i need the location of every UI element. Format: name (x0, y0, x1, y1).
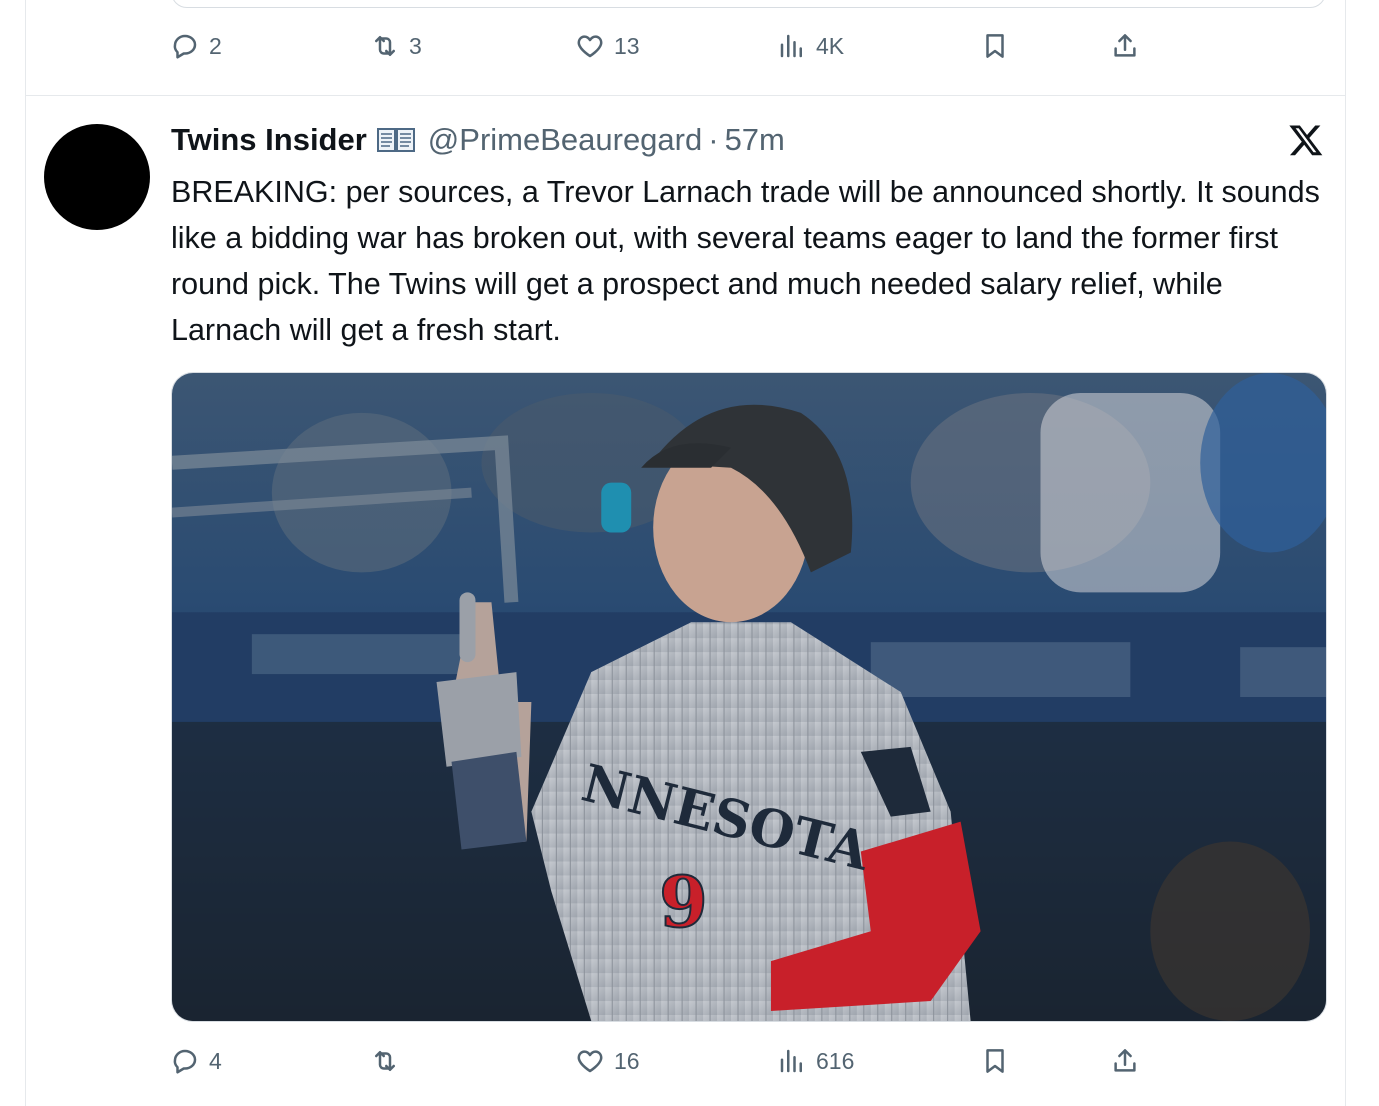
reply-icon (173, 34, 197, 59)
x-logo-icon (1288, 122, 1324, 158)
like-count: 16 (614, 1047, 640, 1074)
timeline-feed: 2 3 13 4K Twins Insider @PrimeBeauregard… (25, 0, 1346, 1106)
views-button[interactable]: 616 (777, 1041, 854, 1081)
bookmark-button[interactable] (980, 1041, 1010, 1081)
tweet-actions: 4 16 616 (26, 1041, 1345, 1081)
previous-tweet-actions: 2 3 13 4K (26, 26, 1345, 66)
repost-button[interactable] (370, 1041, 409, 1081)
views-count: 616 (816, 1047, 855, 1074)
avatar[interactable] (44, 124, 150, 230)
like-count: 13 (614, 32, 640, 59)
analytics-icon (780, 34, 802, 58)
share-icon (1114, 34, 1136, 57)
tweet-divider (26, 95, 1345, 96)
jersey-number: 9 (659, 861, 708, 943)
reply-count: 2 (209, 32, 222, 59)
bookmark-icon (986, 1049, 1004, 1073)
tweet-photo[interactable]: NNESOTA 9 (171, 372, 1327, 1022)
heart-icon (577, 1050, 603, 1073)
views-button[interactable]: 4K (777, 26, 844, 66)
repost-button[interactable]: 3 (370, 26, 422, 66)
timestamp[interactable]: 57m (725, 122, 785, 158)
reply-button[interactable]: 4 (170, 1041, 222, 1081)
views-count: 4K (816, 32, 845, 59)
analytics-icon (780, 1049, 802, 1073)
share-button[interactable] (1110, 26, 1140, 66)
share-button[interactable] (1110, 1041, 1140, 1081)
display-name[interactable]: Twins Insider (171, 122, 367, 158)
repost-icon (375, 1051, 395, 1071)
quoted-tweet-card-edge[interactable] (171, 0, 1326, 8)
open-book-icon (376, 126, 416, 154)
share-icon (1114, 1049, 1136, 1072)
bookmark-button[interactable] (980, 26, 1010, 66)
tweet-header: Twins Insider @PrimeBeauregard · 57m (171, 120, 785, 160)
like-button[interactable]: 13 (575, 26, 640, 66)
heart-icon (577, 35, 603, 58)
like-button[interactable]: 16 (575, 1041, 640, 1081)
reply-icon (173, 1049, 197, 1074)
reply-button[interactable]: 2 (170, 26, 222, 66)
repost-icon (375, 36, 395, 56)
tweet-text: BREAKING: per sources, a Trevor Larnach … (171, 175, 1320, 347)
user-handle[interactable]: @PrimeBeauregard (428, 122, 702, 158)
separator-dot: · (708, 122, 719, 157)
reply-count: 4 (209, 1047, 222, 1074)
repost-count: 3 (409, 32, 422, 59)
baseball-player-photo: NNESOTA 9 (172, 373, 1326, 1021)
bookmark-icon (986, 34, 1004, 58)
